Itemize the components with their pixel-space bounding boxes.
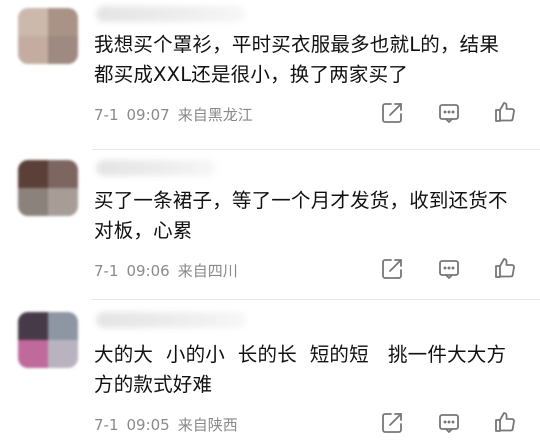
avatar-pixel bbox=[18, 340, 48, 368]
like-icon[interactable] bbox=[493, 256, 517, 280]
comment-meta: 7-1 09:07 来自黑龙江 bbox=[94, 104, 253, 125]
avatar-pixel bbox=[48, 188, 78, 216]
comment-time: 09:05 bbox=[126, 416, 170, 434]
share-icon[interactable] bbox=[380, 257, 404, 281]
username-redacted bbox=[96, 312, 246, 328]
comment-location: 来自四川 bbox=[177, 262, 238, 280]
comment-meta: 7-1 09:06 来自四川 bbox=[94, 260, 238, 281]
comment-text: 大的大 小的小 长的长 短的短 挑一件大大方方的款式好难 bbox=[94, 343, 507, 396]
avatar-pixel bbox=[18, 36, 48, 64]
comment-meta: 7-1 09:05 来自陕西 bbox=[94, 414, 238, 435]
comment-text: 我想买个罩衫，平时买衣服最多也就L的，结果都买成XXL还是很小，换了两家买了 bbox=[94, 33, 500, 86]
avatar-pixel bbox=[18, 188, 48, 216]
comment-item: 大的大 小的小 长的长 短的短 挑一件大大方方的款式好难 7-1 09:05 来自陕… bbox=[0, 300, 540, 448]
share-icon[interactable] bbox=[380, 411, 404, 435]
avatar-pixel bbox=[48, 8, 78, 36]
comment-location: 来自黑龙江 bbox=[177, 106, 253, 124]
comment-date: 7-1 bbox=[94, 262, 119, 280]
comment-date: 7-1 bbox=[94, 106, 119, 124]
comment-time: 09:07 bbox=[126, 106, 170, 124]
avatar[interactable] bbox=[18, 8, 78, 64]
avatar-pixel bbox=[18, 312, 48, 340]
username-redacted bbox=[96, 6, 246, 22]
avatar-pixel bbox=[18, 160, 48, 188]
avatar-pixel bbox=[48, 36, 78, 64]
avatar[interactable] bbox=[18, 160, 78, 216]
comment-icon[interactable] bbox=[437, 257, 461, 281]
username-redacted bbox=[96, 160, 216, 176]
avatar-pixel bbox=[48, 160, 78, 188]
comment-item: 买了一条裙子，等了一个月才发货，收到还货不对板，心累 7-1 09:06 来自四川 bbox=[0, 150, 540, 300]
comment-item: 我想买个罩衫，平时买衣服最多也就L的，结果都买成XXL还是很小，换了两家买了 7… bbox=[0, 0, 540, 150]
comment-icon[interactable] bbox=[437, 411, 461, 435]
avatar-pixel bbox=[48, 312, 78, 340]
like-icon[interactable] bbox=[493, 410, 517, 434]
comment-text: 买了一条裙子，等了一个月才发货，收到还货不对板，心累 bbox=[94, 189, 508, 242]
avatar-pixel bbox=[18, 8, 48, 36]
comment-location: 来自陕西 bbox=[177, 416, 238, 434]
like-icon[interactable] bbox=[493, 100, 517, 124]
share-icon[interactable] bbox=[380, 101, 404, 125]
avatar-pixel bbox=[48, 340, 78, 368]
comment-icon[interactable] bbox=[437, 101, 461, 125]
comment-date: 7-1 bbox=[94, 416, 119, 434]
comment-time: 09:06 bbox=[126, 262, 170, 280]
avatar[interactable] bbox=[18, 312, 78, 368]
